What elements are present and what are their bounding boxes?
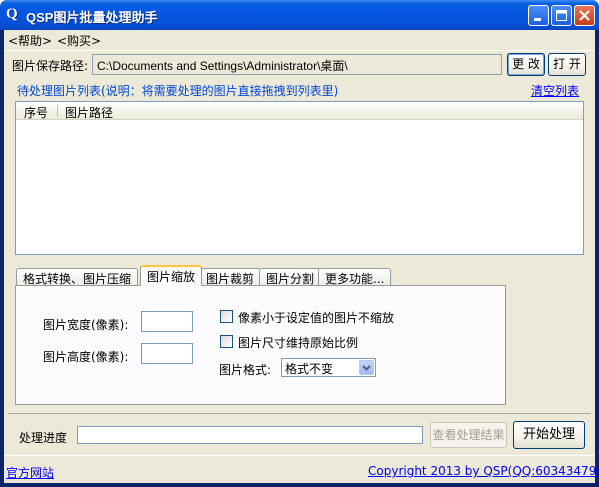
file-list-header: 序号 图片路径 — [16, 102, 583, 120]
close-icon — [579, 10, 590, 21]
format-label: 图片格式: — [219, 363, 272, 377]
minimize-button[interactable] — [528, 5, 549, 26]
save-path-label: 图片保存路径: — [12, 59, 89, 73]
tab-resize[interactable]: 图片缩放 — [140, 265, 203, 286]
official-site-link[interactable]: 官方网站 — [6, 464, 54, 481]
view-results-button[interactable]: 查看处理结果 — [430, 422, 507, 448]
progress-label: 处理进度 — [19, 431, 68, 445]
copyright-link[interactable]: Copyright 2013 by QSP(QQ:603434790) — [368, 464, 599, 478]
maximize-icon — [556, 10, 567, 21]
format-select-value: 格式不变 — [285, 362, 334, 376]
footer-divider — [4, 455, 595, 456]
clear-list-link[interactable]: 清空列表 — [531, 82, 579, 99]
dropdown-arrow[interactable] — [359, 360, 374, 375]
width-label: 图片宽度(像素): — [43, 318, 129, 332]
file-list-caption: 待处理图片列表(说明：将需要处理的图片直接拖拽到列表里) — [17, 84, 339, 98]
tab-split[interactable]: 图片分割 — [259, 268, 322, 286]
close-button[interactable] — [574, 5, 595, 26]
no-scale-smaller-checkbox[interactable] — [220, 310, 233, 323]
format-select[interactable]: 格式不变 — [281, 358, 376, 377]
menu-help[interactable]: <帮助> — [8, 32, 52, 49]
keep-ratio-label[interactable]: 图片尺寸维持原始比例 — [238, 334, 358, 351]
open-folder-button[interactable]: 打 开 — [548, 53, 586, 76]
menu-bar: <帮助> <购买> — [4, 30, 595, 49]
column-index[interactable]: 序号 — [24, 104, 48, 121]
file-list[interactable]: 序号 图片路径 — [15, 101, 584, 255]
menu-divider — [4, 50, 595, 51]
progress-bar — [77, 426, 423, 444]
height-input[interactable] — [141, 343, 193, 364]
main-window: Q QSP图片批量处理助手 <帮助> <购买> 图片保存路径: C:\Docum… — [0, 0, 599, 487]
column-path[interactable]: 图片路径 — [65, 104, 113, 121]
maximize-button[interactable] — [551, 5, 572, 26]
menu-buy[interactable]: <购买> — [57, 32, 101, 49]
bottom-divider — [8, 413, 591, 414]
no-scale-smaller-label[interactable]: 像素小于设定值的图片不缩放 — [238, 309, 394, 326]
height-label: 图片高度(像素): — [43, 350, 129, 364]
tab-crop[interactable]: 图片裁剪 — [199, 268, 262, 286]
tab-format-convert[interactable]: 格式转换、图片压缩 — [16, 268, 139, 286]
chevron-down-icon — [362, 365, 371, 371]
app-icon: Q — [6, 6, 18, 22]
client-area: <帮助> <购买> 图片保存路径: C:\Documents and Setti… — [4, 30, 599, 483]
width-input[interactable] — [141, 311, 193, 332]
title-bar[interactable]: Q QSP图片批量处理助手 — [0, 0, 599, 30]
change-path-button[interactable]: 更 改 — [507, 53, 545, 76]
save-path-field[interactable]: C:\Documents and Settings\Administrator\… — [92, 54, 502, 75]
resize-panel: 图片宽度(像素): 图片高度(像素): 像素小于设定值的图片不缩放 图片尺寸维持… — [15, 285, 506, 405]
start-processing-button[interactable]: 开始处理 — [513, 421, 585, 449]
column-divider[interactable] — [57, 104, 58, 117]
keep-ratio-checkbox[interactable] — [220, 335, 233, 348]
window-title: QSP图片批量处理助手 — [26, 10, 158, 25]
minimize-icon — [534, 18, 541, 21]
tab-more[interactable]: 更多功能... — [318, 268, 392, 286]
